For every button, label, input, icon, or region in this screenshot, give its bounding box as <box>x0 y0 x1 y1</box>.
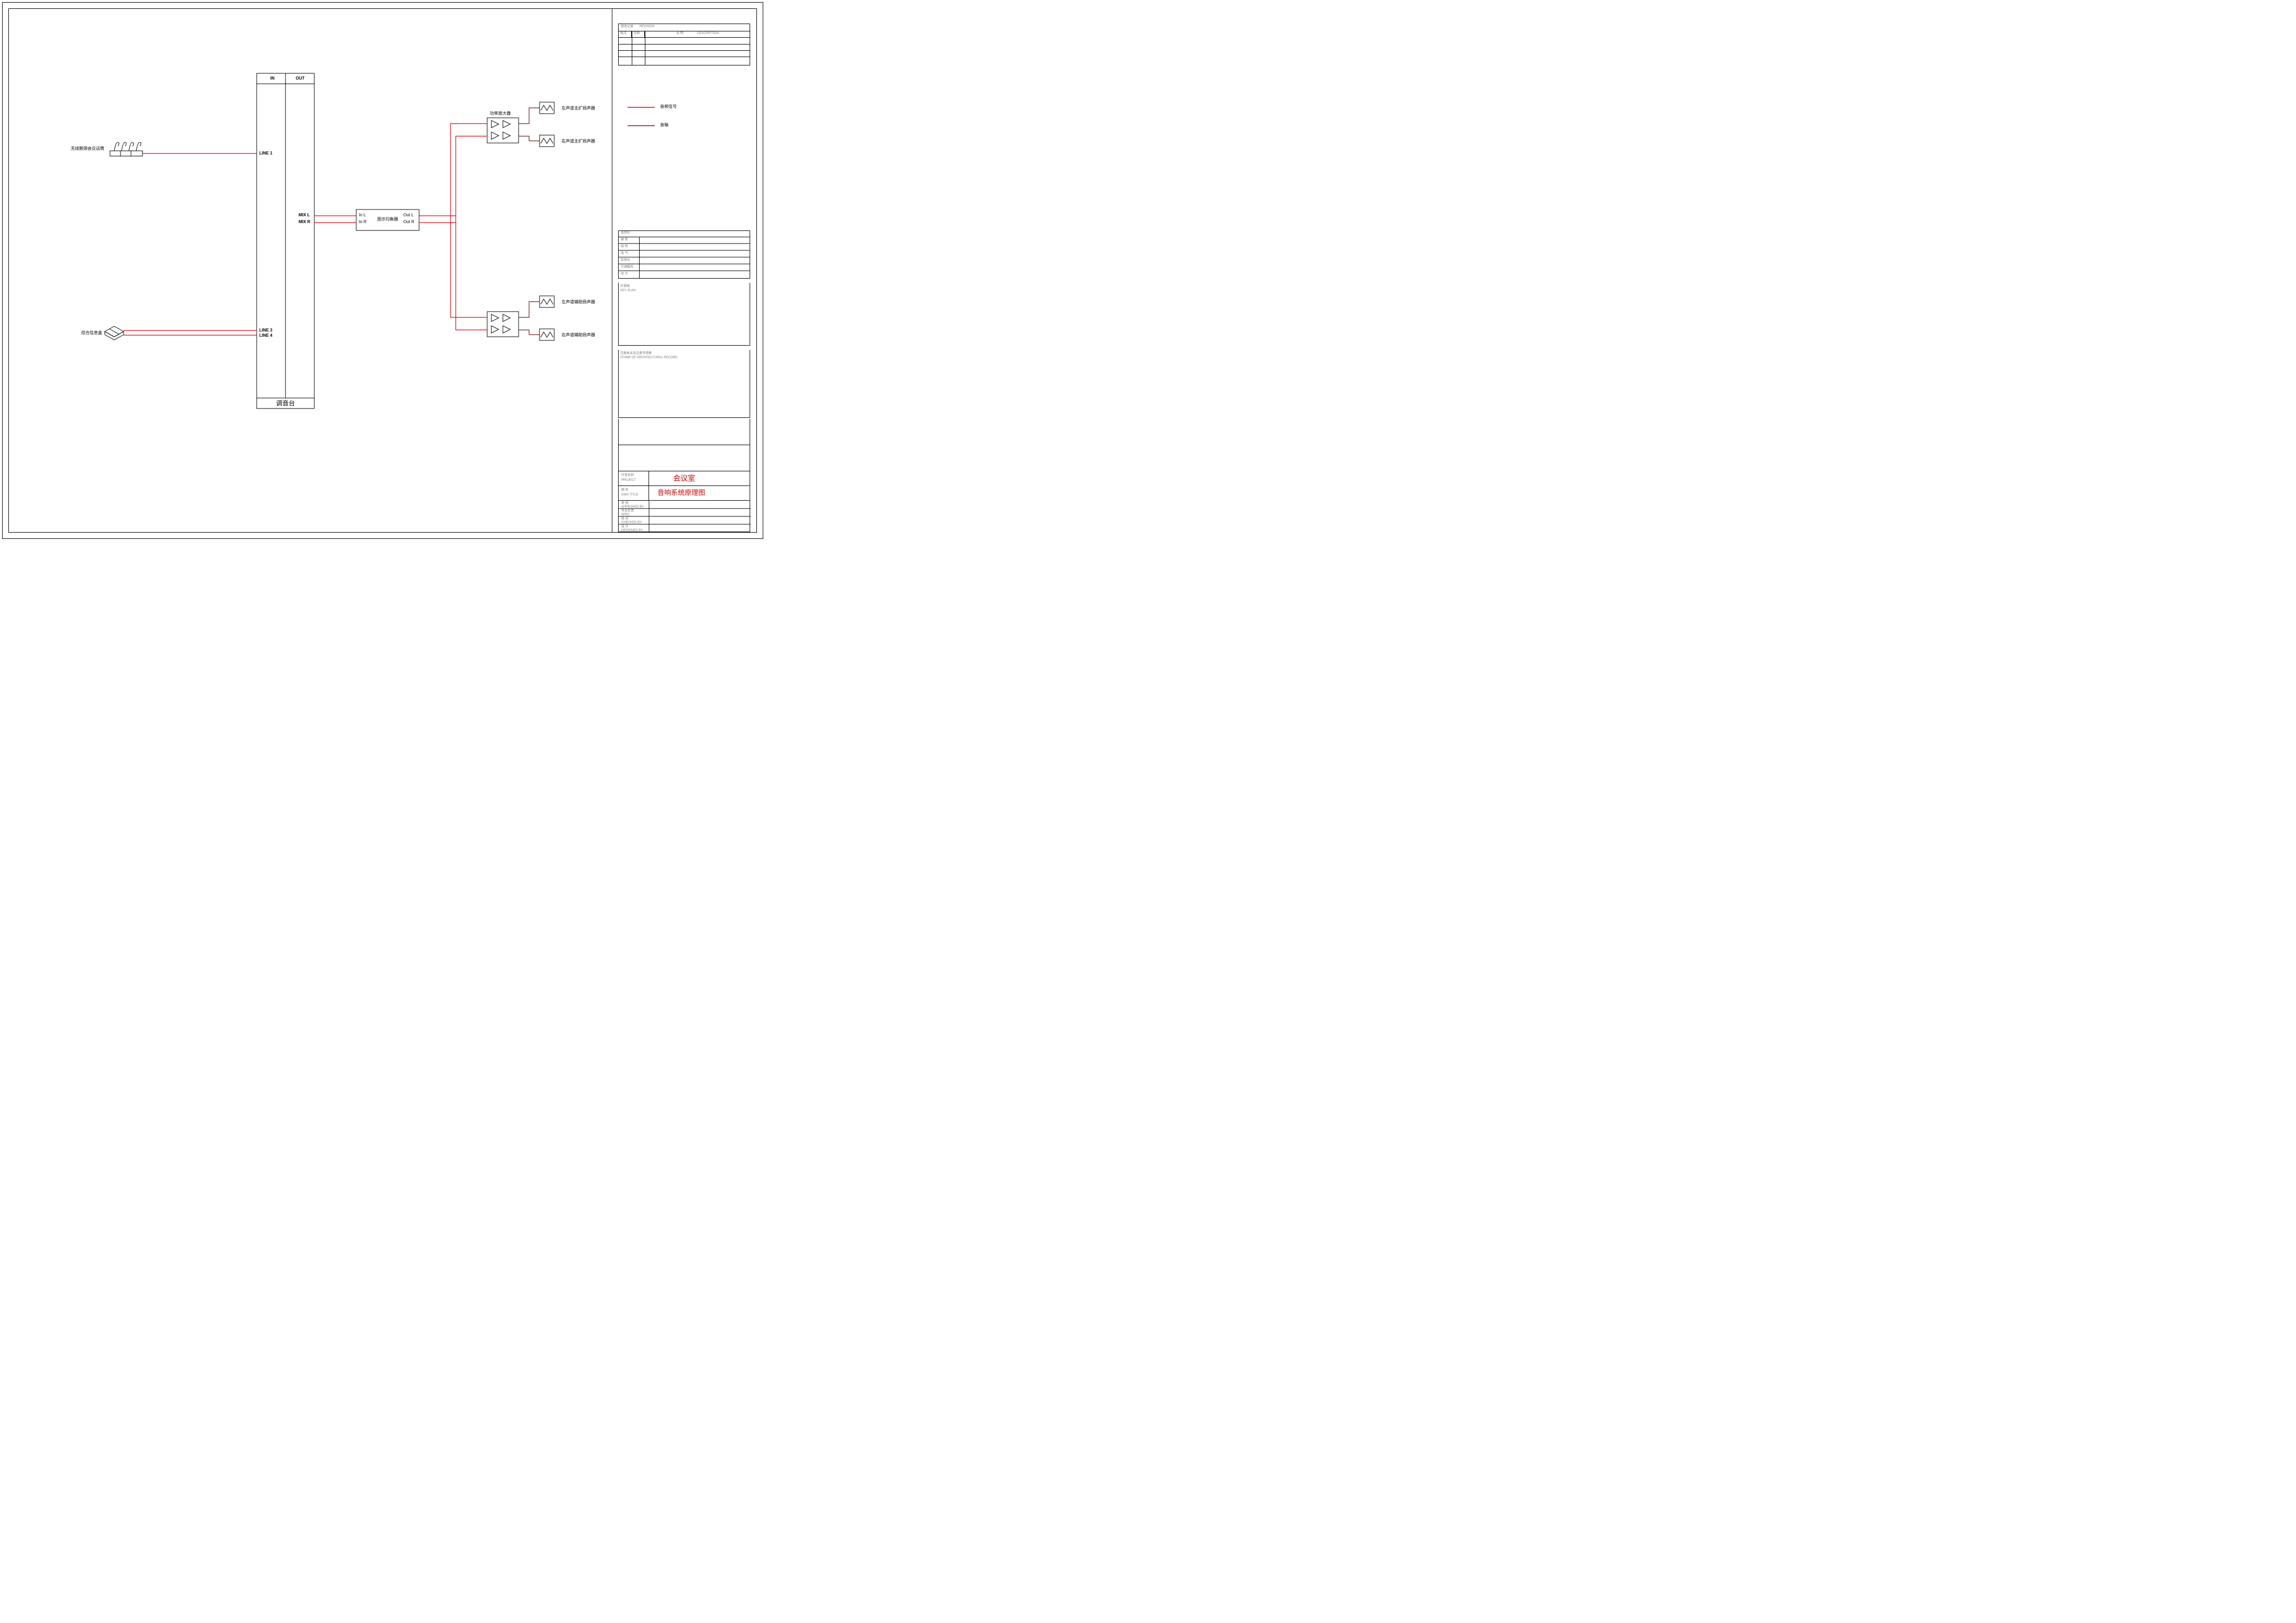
line1-label: LINE 1 <box>259 151 272 156</box>
tb-dwg-value: 音响系统原理图 <box>657 489 705 496</box>
speaker-main-l-icon <box>540 102 554 114</box>
amp-main <box>487 118 519 143</box>
speaker-aux-r-icon <box>540 329 554 340</box>
drawing-sheet: 无线鹅颈会议话筒 综合信息盒 IN OUT LINE 1 LINE 3 LINE… <box>0 0 765 541</box>
tb-project-label-en: PROJECT <box>621 479 636 482</box>
legend-speaker: 音箱 <box>660 123 668 127</box>
tb-row3-zh: 设 计 <box>621 525 629 528</box>
mixer-name: 调音台 <box>257 400 314 406</box>
tb-row0-zh: 审 核 <box>621 502 629 505</box>
spk-aux-r-label: 右声道辅助扬声器 <box>562 333 595 337</box>
tb-blank-2 <box>618 445 750 471</box>
rev-col-a: 版次 <box>620 32 627 35</box>
wireless-mic-device <box>110 142 142 156</box>
rev-header-en: REVISION <box>640 25 655 28</box>
spk-main-r-label: 右声道主扩扬声器 <box>562 139 595 143</box>
mixr-label: MIX R <box>299 220 310 224</box>
rev-header: 修改记录 <box>621 25 633 28</box>
rev-col-c: 说 明 <box>676 32 684 35</box>
tb-blank-1 <box>618 419 750 445</box>
speaker-aux-l-icon <box>540 296 554 307</box>
info-box-device <box>105 326 124 340</box>
eq-in-l: In L <box>359 213 366 217</box>
rev-col-c-en: DESCRIPTION <box>697 32 719 35</box>
keyplan-label-en: KEY PLAN <box>620 289 635 292</box>
mixer-block <box>257 73 314 408</box>
spk-main-l-label: 左声道主扩扬声器 <box>562 106 595 111</box>
mixl-label: MIX L <box>299 213 310 217</box>
eq-out-r: Out R <box>403 220 414 224</box>
eq-name: 图示均衡器 <box>372 217 403 222</box>
line3-label: LINE 3 <box>259 328 272 333</box>
wireless-mic-label: 无线鹅颈会议话筒 <box>71 147 104 151</box>
stamp-label-en: STAMP OF ARCHITECTURAL RECORD <box>620 356 677 359</box>
tb-dwg-label-en: DWG TITLE <box>621 493 639 496</box>
eq-out-l: Out L <box>403 213 414 217</box>
speaker-main-r-icon <box>540 135 554 147</box>
tb-row2-zh: 校 对 <box>621 517 629 521</box>
legend-lines <box>628 107 655 126</box>
amp-name: 功率放大器 <box>490 112 511 116</box>
rev-col-b: 日期 <box>633 32 640 35</box>
line4-label: LINE 4 <box>259 334 272 338</box>
tb-dwg-label: 图 名 <box>621 489 629 492</box>
stamp-box <box>618 350 750 418</box>
tb-project-label: 厅室名称 <box>621 474 634 477</box>
speaker-wires <box>519 108 540 335</box>
amp-aux <box>487 312 519 337</box>
tb-row1-en: SPEC <box>621 513 630 516</box>
legend-audio: 音频信号 <box>660 105 677 109</box>
revision-table: 修改记录 REVISION 版次 日期 说 明 DESCRIPTION <box>618 24 750 65</box>
keyplan-box <box>618 283 750 346</box>
eq-in-r: In R <box>359 220 367 224</box>
sign-table-lines <box>618 230 750 279</box>
mixer-in-header: IN <box>266 76 279 81</box>
tb-row2-en: CHECKED BY <box>621 521 642 524</box>
mixer-out-header: OUT <box>292 76 308 81</box>
keyplan-label: 示意图 <box>620 285 630 288</box>
tb-row3-en: DESIGNED BY <box>621 529 643 532</box>
tb-row1-zh: 专业负责 <box>621 510 634 513</box>
spk-aux-l-label: 左声道辅助扬声器 <box>562 300 595 304</box>
info-box-label: 综合信息盒 <box>81 331 102 335</box>
audio-wires <box>124 124 487 335</box>
tb-project-value: 会议室 <box>673 474 695 482</box>
stamp-label: 注册执业及注册专用章 <box>620 352 652 355</box>
tb-row0-en: APPROVED BY <box>621 505 644 509</box>
